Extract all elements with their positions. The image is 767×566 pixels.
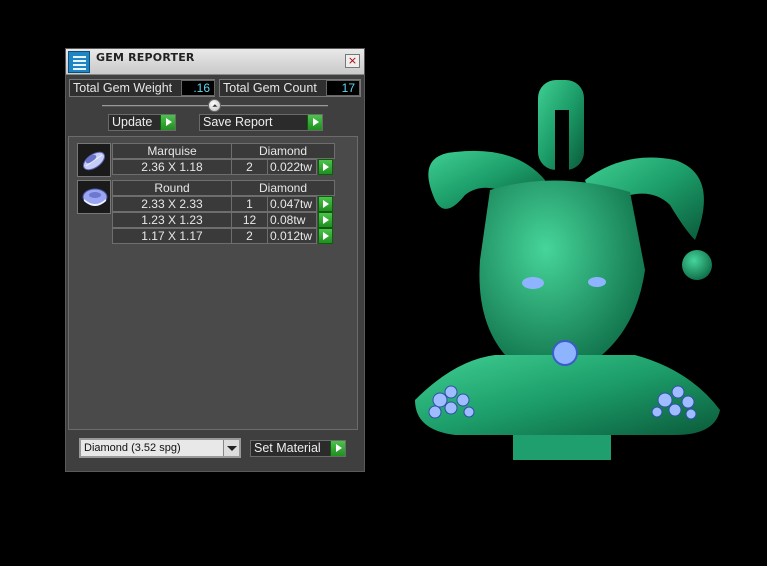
gem-count-cell: 1: [231, 196, 268, 212]
select-gem-button[interactable]: [318, 159, 333, 175]
app-icon: [68, 51, 90, 73]
gem-size-cell: 2.36 X 1.18: [112, 159, 232, 175]
gem-shape-label: Marquise: [112, 143, 232, 159]
round-gem-icon: [77, 180, 111, 214]
gem-count-cell: 2: [231, 159, 268, 175]
gem-weight-cell: 0.012tw: [267, 228, 317, 244]
gem-count-cell: 12: [231, 212, 268, 228]
select-gem-button[interactable]: [318, 228, 333, 244]
model-viewport[interactable]: [395, 70, 735, 470]
select-gem-button[interactable]: [318, 212, 333, 228]
window-title: GEM REPORTER: [96, 51, 195, 64]
gem-material-label: Diamond: [231, 143, 335, 159]
play-icon: [330, 441, 345, 456]
gem-size-cell: 1.23 X 1.23: [112, 212, 232, 228]
gem-count-cell: 2: [231, 228, 268, 244]
gem-weight-cell: 0.047tw: [267, 196, 317, 212]
gem-material-label: Diamond: [231, 180, 335, 196]
gem-list: Marquise Diamond 2.36 X 1.18 2 0.022tw R…: [68, 136, 358, 430]
set-material-button-label: Set Material: [254, 441, 321, 455]
play-icon: [307, 115, 322, 130]
close-icon[interactable]: ×: [345, 54, 360, 68]
chevron-down-icon[interactable]: [223, 440, 239, 456]
marquise-gem-icon: [77, 143, 111, 177]
update-button-label: Update: [112, 115, 153, 129]
slider-thumb[interactable]: ⏶: [208, 99, 221, 112]
set-material-button[interactable]: Set Material: [250, 440, 346, 457]
gem-weight-cell: 0.08tw: [267, 212, 317, 228]
save-report-button-label: Save Report: [203, 115, 273, 129]
total-count-value: 17: [326, 80, 360, 96]
title-bar[interactable]: GEM REPORTER ×: [66, 49, 364, 75]
material-select-value: Diamond (3.52 spg): [84, 442, 181, 454]
jester-pendant-model: [415, 80, 720, 460]
gem-shape-label: Round: [112, 180, 232, 196]
select-gem-button[interactable]: [318, 196, 333, 212]
material-select[interactable]: Diamond (3.52 spg): [79, 438, 241, 458]
play-icon: [160, 115, 175, 130]
gem-weight-cell: 0.022tw: [267, 159, 317, 175]
gem-size-cell: 1.17 X 1.17: [112, 228, 232, 244]
total-weight-value: .16: [181, 80, 215, 96]
gem-reporter-panel: GEM REPORTER × Total Gem Weight .16 Tota…: [65, 48, 365, 472]
slider-thumb-glyph: ⏶: [212, 102, 218, 110]
gem-size-cell: 2.33 X 2.33: [112, 196, 232, 212]
update-button[interactable]: Update: [108, 114, 176, 131]
save-report-button[interactable]: Save Report: [199, 114, 323, 131]
